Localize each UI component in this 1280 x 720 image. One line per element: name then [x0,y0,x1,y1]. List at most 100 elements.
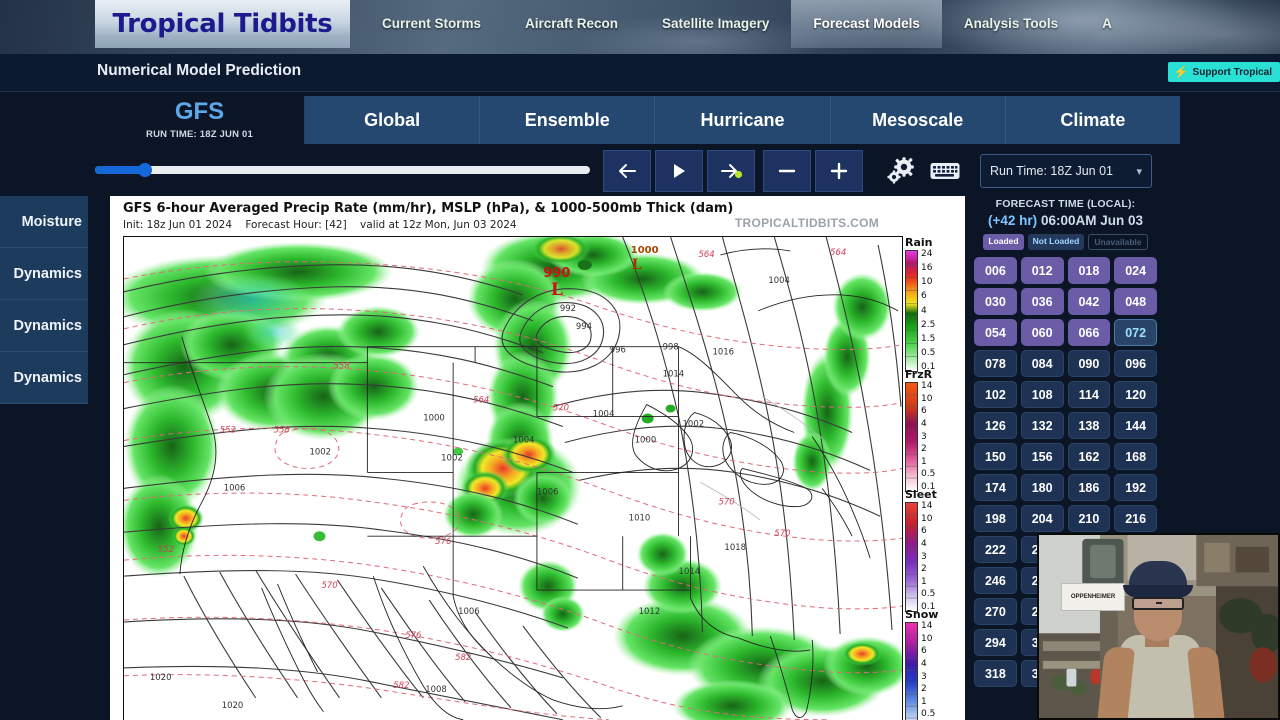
forecast-hour-120[interactable]: 120 [1114,381,1157,408]
svg-text:1000: 1000 [423,413,445,423]
forecast-hour-048[interactable]: 048 [1114,288,1157,315]
frame-slider[interactable] [95,161,590,179]
colorbar-tick: 1 [921,696,927,707]
svg-text:1000: 1000 [635,434,657,444]
forecast-hour-318[interactable]: 318 [974,660,1017,687]
model-tab-hurricane[interactable]: Hurricane [655,96,831,144]
forecast-hour-144[interactable]: 144 [1114,412,1157,439]
forecast-hour-156[interactable]: 156 [1020,443,1064,470]
forecast-hour-168[interactable]: 168 [1114,443,1157,470]
forecast-hour-180[interactable]: 180 [1020,474,1064,501]
gear-icon [887,157,914,184]
site-logo[interactable]: Tropical Tidbits [95,0,350,48]
forecast-hour-066[interactable]: 066 [1067,319,1111,346]
active-model-display[interactable]: GFS RUN TIME: 18Z JUN 01 [95,96,305,144]
forecast-hour-204[interactable]: 204 [1020,505,1064,532]
forecast-hour-210[interactable]: 210 [1067,505,1111,532]
forecast-hour-192[interactable]: 192 [1114,474,1157,501]
settings-button[interactable] [883,154,919,188]
sidebar-item-dynamics-2[interactable]: Dynamics [0,300,88,352]
nav-item-current-storms[interactable]: Current Storms [360,0,503,48]
step-back-button[interactable] [603,150,651,192]
model-map-panel[interactable]: GFS 6-hour Averaged Precip Rate (mm/hr),… [110,196,965,720]
forecast-hour-018[interactable]: 018 [1067,257,1111,284]
colorbar-tick: 2 [921,684,927,695]
support-button-label: Support Tropical [1192,66,1272,78]
forecast-hour-186[interactable]: 186 [1067,474,1111,501]
forecast-hour-216[interactable]: 216 [1114,505,1157,532]
colorbar-labels-sleet: 14 10 6 4 3 2 1 0.5 0.1 [921,502,935,612]
forecast-hour-108[interactable]: 108 [1020,381,1064,408]
forecast-hour-294[interactable]: 294 [974,629,1017,656]
forecast-hour-132[interactable]: 132 [1020,412,1064,439]
run-time-dropdown[interactable]: Run Time: 18Z Jun 01 ▾ [980,154,1152,188]
forecast-hour-138[interactable]: 138 [1067,412,1111,439]
sidebar-item-moisture-0[interactable]: Moisture [0,196,88,248]
jump-to-end-button[interactable] [707,150,755,192]
person-glasses [1132,597,1184,610]
forecast-hour-222[interactable]: 222 [974,536,1017,563]
forecast-hour-012[interactable]: 012 [1020,257,1064,284]
subheader-bar: Numerical Model Prediction ⚡ Support Tro… [0,54,1280,92]
zoom-in-button[interactable] [815,150,863,192]
forecast-hour-126[interactable]: 126 [974,412,1017,439]
model-tab-mesoscale[interactable]: Mesoscale [830,96,1006,144]
forecast-hour-054[interactable]: 054 [974,319,1017,346]
forecast-hour-036[interactable]: 036 [1020,288,1064,315]
frame-slider-thumb[interactable] [137,163,152,177]
forecast-hour-114[interactable]: 114 [1067,381,1111,408]
model-tab-global[interactable]: Global [305,96,481,144]
nav-item-analysis-tools[interactable]: Analysis Tools [942,0,1080,48]
webcam-person [1097,561,1278,718]
forecast-time-heading: FORECAST TIME (LOCAL): [995,198,1136,210]
forecast-hour-090[interactable]: 090 [1067,350,1111,377]
forecast-hour-162[interactable]: 162 [1067,443,1111,470]
nav-item-satellite-imagery[interactable]: Satellite Imagery [640,0,791,48]
forecast-hour-198[interactable]: 198 [974,505,1017,532]
sidebar-item-dynamics-1[interactable]: Dynamics [0,248,88,300]
forecast-hour-060[interactable]: 060 [1020,319,1064,346]
sidebar-item-dynamics-3[interactable]: Dynamics [0,352,88,404]
forecast-hour-174[interactable]: 174 [974,474,1017,501]
colorbar-title-sleet: Sleet [905,488,937,501]
forecast-hour-042[interactable]: 042 [1067,288,1111,315]
lat-tick-30n [123,637,124,638]
frame-slider-track[interactable] [95,166,590,174]
keyboard-icon [930,163,960,179]
nav-item-a[interactable]: A [1080,0,1134,48]
svg-text:1018: 1018 [724,542,746,552]
lat-tick-50n [123,343,124,344]
model-tab-ensemble[interactable]: Ensemble [480,96,656,144]
nav-item-forecast-models[interactable]: Forecast Models [791,0,942,48]
svg-text:L: L [632,257,642,273]
logo-word-tropical: Tropical [112,9,226,39]
colorbar-tick: 6 [921,526,927,537]
forecast-hour-102[interactable]: 102 [974,381,1017,408]
forecast-hour-150[interactable]: 150 [974,443,1017,470]
support-button[interactable]: ⚡ Support Tropical [1167,62,1280,82]
play-button[interactable] [655,150,703,192]
forecast-hour-270[interactable]: 270 [974,598,1017,625]
colorbar-strip-snow [905,622,918,720]
colorbar-title-snow: Snow [905,608,939,621]
nav-item-aircraft-recon[interactable]: Aircraft Recon [503,0,640,48]
svg-text:558: 558 [333,361,350,371]
map-plot-area[interactable]: 990 L 1000 L 992 994 996 998 1000 1002 1… [123,236,903,720]
arrow-right-to-dot-icon [721,164,743,179]
webcam-overlay[interactable]: OPPENHEIMER [1037,533,1280,720]
forecast-hour-030[interactable]: 030 [974,288,1017,315]
map-watermark: TROPICALTIDBITS.COM [734,216,879,230]
forecast-hour-006[interactable]: 006 [974,257,1017,284]
weather-map-graphic: 990 L 1000 L 992 994 996 998 1000 1002 1… [124,237,902,720]
forecast-hour-072[interactable]: 072 [1114,319,1157,346]
svg-text:564: 564 [830,247,846,257]
forecast-hour-084[interactable]: 084 [1020,350,1064,377]
svg-text:1002: 1002 [310,446,332,456]
zoom-out-button[interactable] [763,150,811,192]
forecast-hour-246[interactable]: 246 [974,567,1017,594]
model-tab-climate[interactable]: Climate [1005,96,1181,144]
keyboard-shortcuts-button[interactable] [927,154,963,188]
forecast-hour-078[interactable]: 078 [974,350,1017,377]
forecast-hour-024[interactable]: 024 [1114,257,1157,284]
forecast-hour-096[interactable]: 096 [1114,350,1157,377]
